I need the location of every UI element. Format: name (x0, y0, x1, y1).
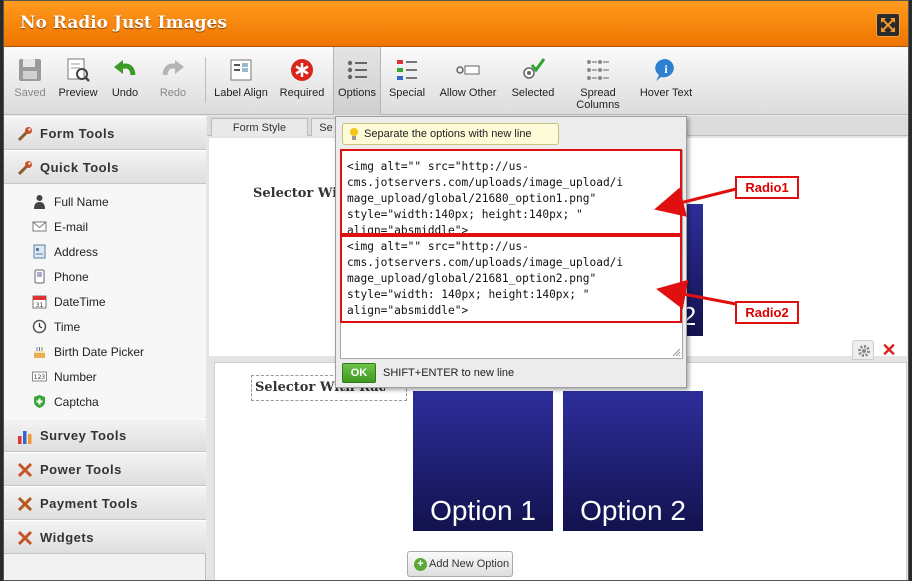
radio1-callout: Radio1 (735, 176, 799, 199)
radio1-arrow (654, 187, 737, 217)
radio2-arrow (656, 279, 737, 310)
annotation-arrows (654, 187, 737, 310)
radio2-callout: Radio2 (735, 301, 799, 324)
app-window: No Radio Just Images Saved Preview Undo … (3, 0, 909, 581)
